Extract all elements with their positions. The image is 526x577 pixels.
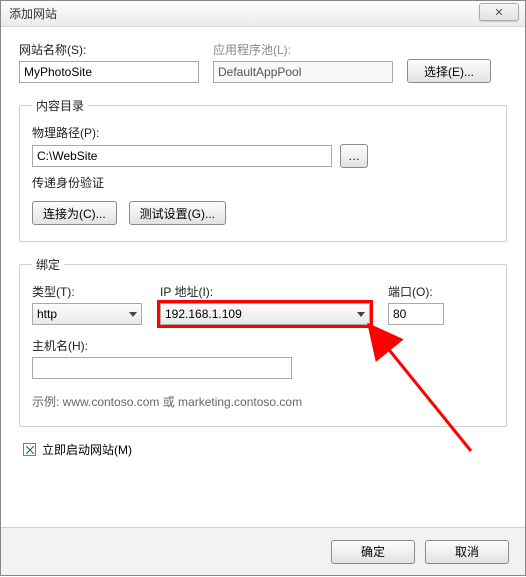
ip-address-combobox[interactable]: 192.168.1.109 — [160, 303, 370, 325]
hostname-example: 示例: www.contoso.com 或 marketing.contoso.… — [32, 393, 494, 410]
ip-address-value: 192.168.1.109 — [165, 307, 242, 321]
site-name-input[interactable] — [19, 61, 199, 83]
chevron-down-icon — [357, 312, 365, 317]
dialog-footer: 确定 取消 — [1, 527, 525, 575]
ip-address-label: IP 地址(I): — [160, 283, 370, 300]
titlebar: 添加网站 ✕ — [1, 1, 525, 27]
dialog-content: 网站名称(S): 应用程序池(L): 选择(E)... 内容目录 物理路径(P)… — [1, 27, 525, 458]
ok-button[interactable]: 确定 — [331, 540, 415, 564]
port-input[interactable] — [388, 303, 444, 325]
test-settings-button[interactable]: 测试设置(G)... — [129, 201, 226, 225]
cancel-button[interactable]: 取消 — [425, 540, 509, 564]
port-label: 端口(O): — [388, 283, 444, 300]
chevron-down-icon — [129, 312, 137, 317]
physical-path-input[interactable] — [32, 145, 332, 167]
type-value: http — [37, 307, 57, 321]
start-now-row[interactable]: 立即启动网站(M) — [23, 441, 507, 458]
start-now-label: 立即启动网站(M) — [42, 441, 132, 458]
browse-button[interactable]: … — [340, 144, 368, 168]
content-directory-legend: 内容目录 — [32, 97, 88, 114]
start-now-checkbox[interactable] — [23, 443, 36, 456]
content-directory-group: 内容目录 物理路径(P): … 传递身份验证 连接为(C)... 测试设置(G)… — [19, 97, 507, 242]
site-name-label: 网站名称(S): — [19, 41, 199, 58]
passthrough-auth-label: 传递身份验证 — [32, 174, 494, 191]
type-combobox[interactable]: http — [32, 303, 142, 325]
binding-legend: 绑定 — [32, 256, 64, 273]
connect-as-button[interactable]: 连接为(C)... — [32, 201, 117, 225]
binding-group: 绑定 类型(T): http IP 地址(I): 192.168.1.109 — [19, 256, 507, 427]
app-pool-input — [213, 61, 393, 83]
ellipsis-icon: … — [348, 149, 360, 163]
app-pool-label: 应用程序池(L): — [213, 41, 393, 58]
hostname-label: 主机名(H): — [32, 337, 494, 354]
select-app-pool-button[interactable]: 选择(E)... — [407, 59, 491, 83]
dialog-title: 添加网站 — [9, 5, 57, 22]
close-button[interactable]: ✕ — [479, 3, 519, 21]
hostname-input[interactable] — [32, 357, 292, 379]
physical-path-label: 物理路径(P): — [32, 124, 494, 141]
close-icon: ✕ — [494, 6, 503, 19]
type-label: 类型(T): — [32, 283, 142, 300]
add-website-dialog: 添加网站 ✕ 网站名称(S): 应用程序池(L): 选择(E)... 内容目录 … — [0, 0, 526, 576]
